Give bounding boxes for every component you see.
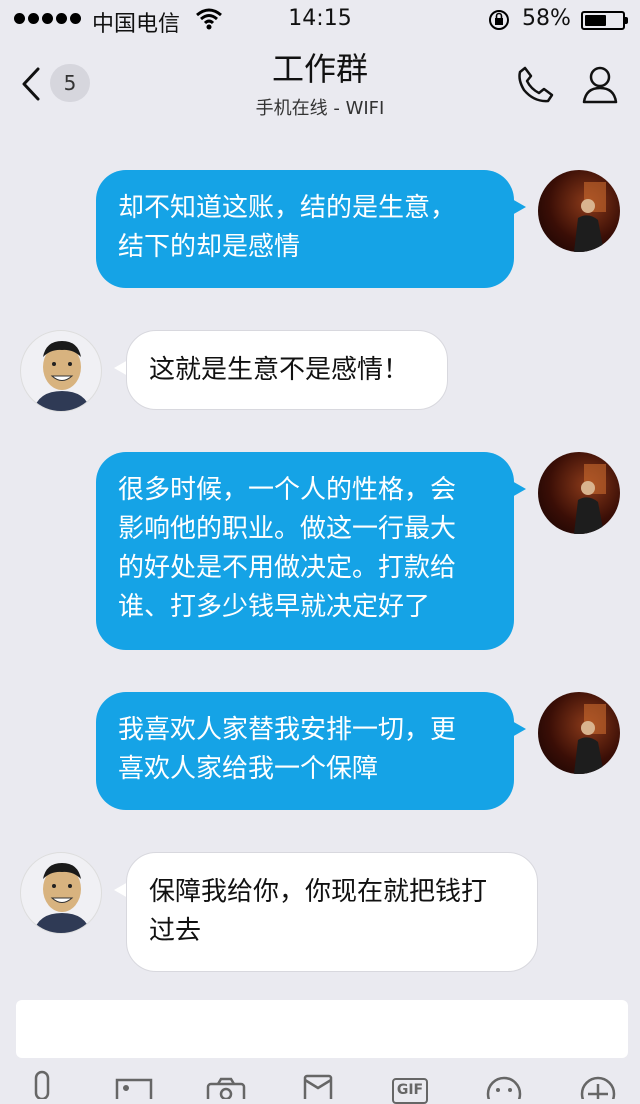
message-bubble[interactable]: 这就是生意不是感情！	[126, 330, 448, 410]
message-line: 我喜欢人家替我安排一切，更	[118, 715, 457, 745]
input-toolbar: GIF	[0, 1066, 640, 1104]
avatar-image	[574, 464, 606, 534]
message-line: 这就是生意不是感情！	[149, 355, 410, 385]
bubble-tail	[512, 481, 526, 497]
avatar-image	[574, 704, 606, 774]
message-bubble[interactable]: 保障我给你，你现在就把钱打 过去	[126, 852, 538, 972]
message-line: 保障我给你，你现在就把钱打	[149, 877, 488, 907]
avatar[interactable]	[538, 452, 620, 534]
bubble-tail	[512, 199, 526, 215]
avatar-image	[33, 863, 91, 933]
message-line: 影响他的职业。做这一行最大	[118, 514, 457, 544]
gif-label: GIF	[392, 1078, 428, 1104]
message-line: 很多时候，一个人的性格，会	[118, 475, 457, 505]
message-line: 过去	[149, 916, 202, 946]
chat-header: 5 工作群 手机在线 - WIFI	[0, 40, 640, 130]
battery-percent: 58%	[522, 6, 571, 31]
avatar[interactable]	[20, 852, 102, 934]
bubble-tail	[512, 721, 526, 737]
message-bubble[interactable]: 我喜欢人家替我安排一切，更 喜欢人家给我一个保障	[96, 692, 514, 810]
status-bar: 中国电信 14:15 58%	[0, 0, 640, 40]
plus-icon[interactable]	[576, 1066, 620, 1099]
avatar-image	[33, 341, 91, 411]
message-line: 结下的却是感情	[118, 232, 301, 262]
avatar[interactable]	[20, 330, 102, 412]
camera-icon[interactable]	[204, 1066, 248, 1099]
message-line: 却不知道这账，结的是生意，	[118, 193, 457, 223]
gif-icon[interactable]: GIF	[388, 1066, 432, 1104]
message-line: 谁、打多少钱早就决定好了	[118, 592, 431, 622]
battery-icon	[581, 11, 628, 30]
message-input[interactable]	[16, 1000, 628, 1058]
red-packet-icon[interactable]	[296, 1066, 340, 1099]
message-line: 喜欢人家给我一个保障	[118, 754, 379, 784]
avatar[interactable]	[538, 170, 620, 252]
avatar-image	[574, 182, 606, 252]
emoji-icon[interactable]	[482, 1066, 526, 1099]
microphone-icon[interactable]	[20, 1066, 64, 1099]
user-profile-icon[interactable]	[580, 64, 620, 104]
avatar[interactable]	[538, 692, 620, 774]
phone-icon[interactable]	[516, 64, 554, 104]
message-line: 的好处是不用做决定。打款给	[118, 553, 457, 583]
message-bubble[interactable]: 却不知道这账，结的是生意， 结下的却是感情	[96, 170, 514, 288]
message-bubble[interactable]: 很多时候，一个人的性格，会 影响他的职业。做这一行最大 的好处是不用做决定。打款…	[96, 452, 514, 650]
rotation-lock-icon	[489, 10, 509, 30]
image-icon[interactable]	[112, 1066, 156, 1099]
